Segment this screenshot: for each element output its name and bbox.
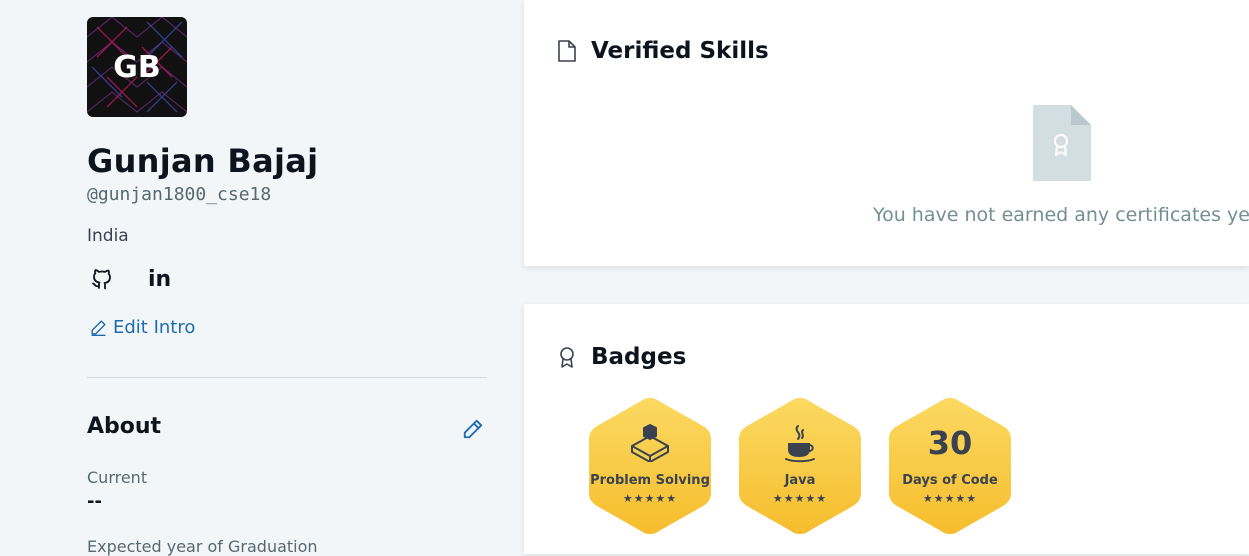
- profile-sidebar: GB Gunjan Bajaj @gunjan1800_cse18 India …: [0, 0, 524, 556]
- badge-stars: ★★★★★: [772, 492, 828, 505]
- badge-stars: ★★★★★: [622, 492, 678, 505]
- badge-stars: ★★★★★: [922, 492, 978, 505]
- badges-card: Badges Problem Solving ★★★★★ Java ★★★★★ …: [524, 304, 1249, 554]
- badge-label: Problem Solving: [590, 473, 710, 488]
- profile-country: India: [87, 226, 129, 246]
- badge-days-of-code[interactable]: 30 Days of Code ★★★★★: [887, 396, 1013, 536]
- badge-hexagon: [739, 398, 861, 534]
- github-icon[interactable]: [90, 266, 116, 292]
- ribbon-icon: [560, 347, 574, 368]
- badge-java[interactable]: Java ★★★★★: [737, 396, 863, 536]
- profile-username: @gunjan1800_cse18: [87, 184, 272, 205]
- badge-label: Java: [784, 473, 816, 488]
- badge-hexagon: [889, 398, 1011, 534]
- verified-skills-card: Verified Skills You have not earned any …: [524, 0, 1249, 266]
- current-label: Current: [87, 468, 148, 487]
- divider: [87, 377, 487, 378]
- edit-intro-label: Edit Intro: [113, 317, 196, 338]
- java-cup-icon: [737, 424, 863, 464]
- social-links: in: [90, 266, 171, 292]
- edit-intro-link[interactable]: Edit Intro: [90, 317, 195, 338]
- badge-hexagon: [589, 398, 711, 534]
- verified-skills-title: Verified Skills: [591, 38, 769, 64]
- avatar[interactable]: GB: [87, 17, 187, 117]
- certificate-icon: [1033, 105, 1091, 181]
- badge-label: Days of Code: [902, 473, 998, 488]
- verified-skills-header: Verified Skills: [557, 38, 769, 64]
- about-title: About: [87, 414, 162, 439]
- badge-number: 30: [927, 424, 973, 462]
- expected-graduation-label: Expected year of Graduation: [87, 537, 318, 556]
- badges-title: Badges: [591, 344, 687, 370]
- profile-name: Gunjan Bajaj: [87, 142, 319, 180]
- badges-header: Badges: [557, 344, 686, 370]
- current-value: --: [87, 491, 102, 512]
- cube-icon: [587, 424, 713, 462]
- document-icon: [558, 40, 576, 62]
- badge-problem-solving[interactable]: Problem Solving ★★★★★: [587, 396, 713, 536]
- about-edit-pencil-icon[interactable]: [462, 418, 484, 444]
- linkedin-icon[interactable]: in: [148, 267, 171, 292]
- no-certificates-message: You have not earned any certificates yet…: [873, 204, 1249, 226]
- pencil-icon: [91, 320, 106, 336]
- avatar-initials: GB: [113, 49, 161, 85]
